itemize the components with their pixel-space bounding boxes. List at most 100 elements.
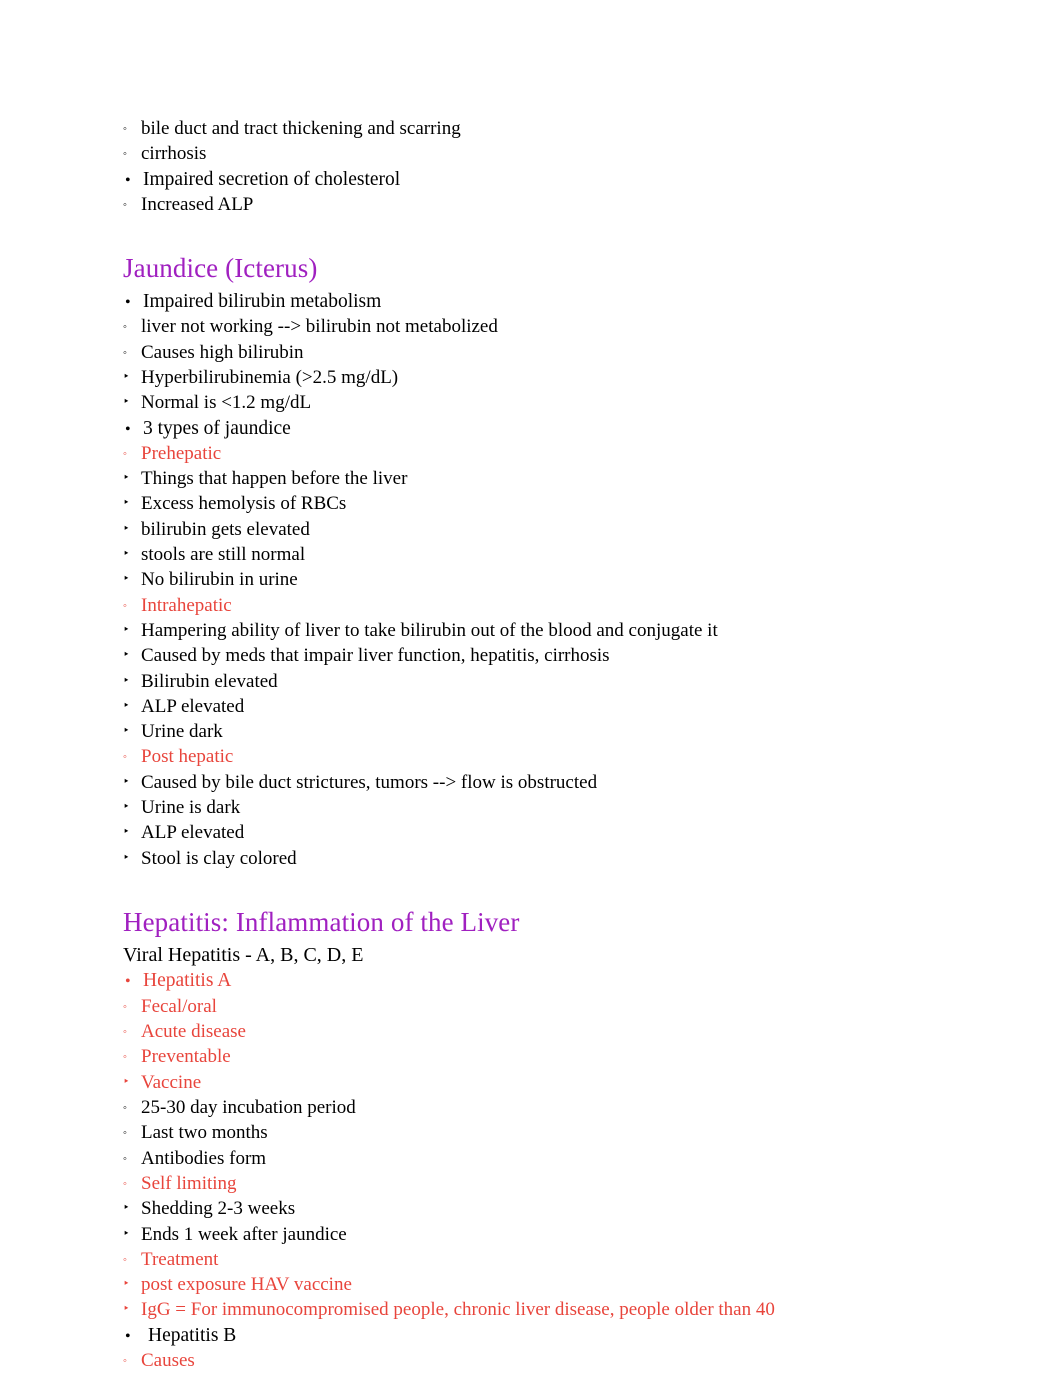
list-level1: • 3 types of jaundice (123, 418, 943, 443)
bullet-circle-icon: ◦ (123, 148, 127, 161)
bullet-triangle-icon: ‣ (123, 800, 130, 813)
bullet-triangle-icon: ‣ (123, 623, 130, 636)
list-item: ◦ bile duct and tract thickening and sca… (123, 118, 943, 143)
list-item: ‣ ALP elevated (123, 822, 943, 847)
list-level3: ‣ Hampering ability of liver to take bil… (123, 620, 943, 746)
bullet-triangle-icon: ‣ (123, 1278, 130, 1291)
list-item-label: Preventable (141, 1046, 231, 1068)
bullet-triangle-icon: ‣ (123, 472, 130, 485)
list-level2: ◦ Prehepatic (123, 443, 943, 468)
list-item-label: Hepatitis A (143, 970, 232, 992)
list-item: ◦ 25-30 day incubation period (123, 1097, 943, 1122)
list-item-self-limiting: ◦ Self limiting (123, 1173, 943, 1198)
bullet-circle-icon: ◦ (123, 198, 127, 211)
bullet-disc-icon: • (125, 294, 131, 312)
list-item: ◦ Increased ALP (123, 194, 943, 219)
bullet-circle-icon: ◦ (123, 1127, 127, 1140)
list-item: ‣ stools are still normal (123, 544, 943, 569)
list-level1: • Impaired secretion of cholesterol (123, 169, 943, 194)
list-item: ‣ Bilirubin elevated (123, 671, 943, 696)
list-item-label: Increased ALP (141, 193, 254, 215)
list-item-label: Hepatitis B (148, 1324, 237, 1346)
bullet-triangle-icon: ‣ (123, 1227, 130, 1240)
bullet-triangle-icon: ‣ (123, 1202, 130, 1215)
list-item: ‣ bilirubin gets elevated (123, 519, 943, 544)
list-level3: ‣ Caused by bile duct strictures, tumors… (123, 772, 943, 873)
list-item-label: Shedding 2-3 weeks (141, 1198, 296, 1220)
list-item-hepatitis-b: • Hepatitis B (123, 1325, 943, 1351)
bullet-triangle-icon: ‣ (123, 522, 130, 535)
bullet-circle-icon: ◦ (123, 123, 127, 135)
list-item-label: ALP elevated (141, 822, 245, 844)
bullet-triangle-icon: ‣ (123, 396, 130, 409)
list-item: ‣ Hampering ability of liver to take bil… (123, 620, 943, 645)
bullet-triangle-icon: ‣ (123, 573, 130, 586)
list-item-hepatitis-a: • Hepatitis A (123, 970, 943, 996)
page-title-hepatitis: Hepatitis: Inflammation of the Liver (123, 906, 520, 937)
bullet-disc-icon: • (125, 420, 131, 438)
list-item-label: 25-30 day incubation period (141, 1097, 356, 1119)
list-level1: • Impaired bilirubin metabolism (123, 291, 943, 316)
list-item: • Impaired bilirubin metabolism (123, 291, 943, 316)
bullet-circle-icon: ◦ (123, 1051, 127, 1064)
list-item-label: Intrahepatic (141, 594, 232, 616)
list-item-label: Hyperbilirubinemia (>2.5 mg/dL) (141, 366, 399, 388)
list-item: ◦ Acute disease (123, 1021, 943, 1046)
bullet-disc-icon: • (125, 1327, 131, 1345)
bullet-triangle-icon: ‣ (123, 699, 130, 712)
list-item-label: bilirubin gets elevated (141, 518, 310, 540)
bullet-triangle-icon: ‣ (123, 370, 130, 383)
list-item: ◦ cirrhosis (123, 143, 943, 168)
list-item-label: cirrhosis (141, 143, 207, 165)
section-continued-cholestasis: ◦ bile duct and tract thickening and sca… (123, 118, 943, 219)
list-level2: ◦ Intrahepatic (123, 595, 943, 620)
bullet-circle-icon: ◦ (123, 346, 127, 359)
list-item: ‣ Normal is <1.2 mg/dL (123, 392, 943, 417)
bullet-circle-icon: ◦ (123, 1253, 127, 1266)
bullet-triangle-icon: ‣ (123, 649, 130, 662)
page-title-jaundice: Jaundice (Icterus) (123, 253, 318, 284)
list-level3: ‣ Things that happen before the liver ‣ … (123, 468, 943, 594)
list-item-post-hepatic: ◦ Post hepatic (123, 746, 943, 771)
bullet-circle-icon: ◦ (123, 1102, 127, 1115)
bullet-circle-icon: ◦ (123, 321, 127, 334)
bullet-triangle-icon: ‣ (123, 1075, 130, 1088)
list-item: ‣ Urine dark (123, 721, 943, 746)
list-item-label: Impaired bilirubin metabolism (143, 291, 382, 313)
bullet-disc-icon: • (125, 973, 131, 991)
list-item-label: IgG = For immunocompromised people, chro… (141, 1299, 775, 1321)
list-item-label: Impaired secretion of cholesterol (143, 168, 401, 190)
list-item-label: Last two months (141, 1122, 268, 1144)
list-item: ◦ Last two months (123, 1122, 943, 1147)
list-level1: • Hepatitis A (123, 970, 943, 996)
list-item: ‣ Ends 1 week after jaundice (123, 1224, 943, 1249)
list-item-label: Hampering ability of liver to take bilir… (141, 619, 718, 641)
list-item-label: Normal is <1.2 mg/dL (141, 392, 312, 414)
list-item-label: 3 types of jaundice (143, 417, 291, 439)
list-item: ‣ No bilirubin in urine (123, 569, 943, 594)
list-item-label: stools are still normal (141, 544, 306, 566)
list-item: ‣ Vaccine (123, 1072, 943, 1097)
list-item-label: Fecal/oral (141, 995, 217, 1017)
bullet-circle-icon: ◦ (123, 599, 127, 612)
list-item-label: Caused by bile duct strictures, tumors -… (141, 771, 598, 793)
list-item-label: Post hepatic (141, 746, 234, 768)
list-level2: ◦ Treatment (123, 1249, 943, 1274)
list-item-label: Antibodies form (141, 1147, 267, 1169)
list-level3: ‣ Vaccine (123, 1072, 943, 1097)
list-item: ‣ Excess hemolysis of RBCs (123, 493, 943, 518)
list-item: ‣ Shedding 2-3 weeks (123, 1198, 943, 1223)
list-item-intrahepatic: ◦ Intrahepatic (123, 595, 943, 620)
list-level3: ‣ Shedding 2-3 weeks ‣ Ends 1 week after… (123, 1198, 943, 1249)
list-item: ‣ Stool is clay colored (123, 848, 943, 873)
list-item-treatment: ◦ Treatment (123, 1249, 943, 1274)
list-item: • 3 types of jaundice (123, 418, 943, 443)
list-item-causes: ◦ Causes (123, 1350, 943, 1375)
bullet-circle-icon: ◦ (123, 1026, 127, 1039)
list-item-label: No bilirubin in urine (141, 569, 298, 591)
list-item: ‣ Hyperbilirubinemia (>2.5 mg/dL) (123, 367, 943, 392)
hepatitis-subtitle: Viral Hepatitis - A, B, C, D, E (123, 943, 364, 966)
bullet-triangle-icon: ‣ (123, 725, 130, 738)
bullet-triangle-icon: ‣ (123, 497, 130, 510)
list-item: • Impaired secretion of cholesterol (123, 169, 943, 194)
